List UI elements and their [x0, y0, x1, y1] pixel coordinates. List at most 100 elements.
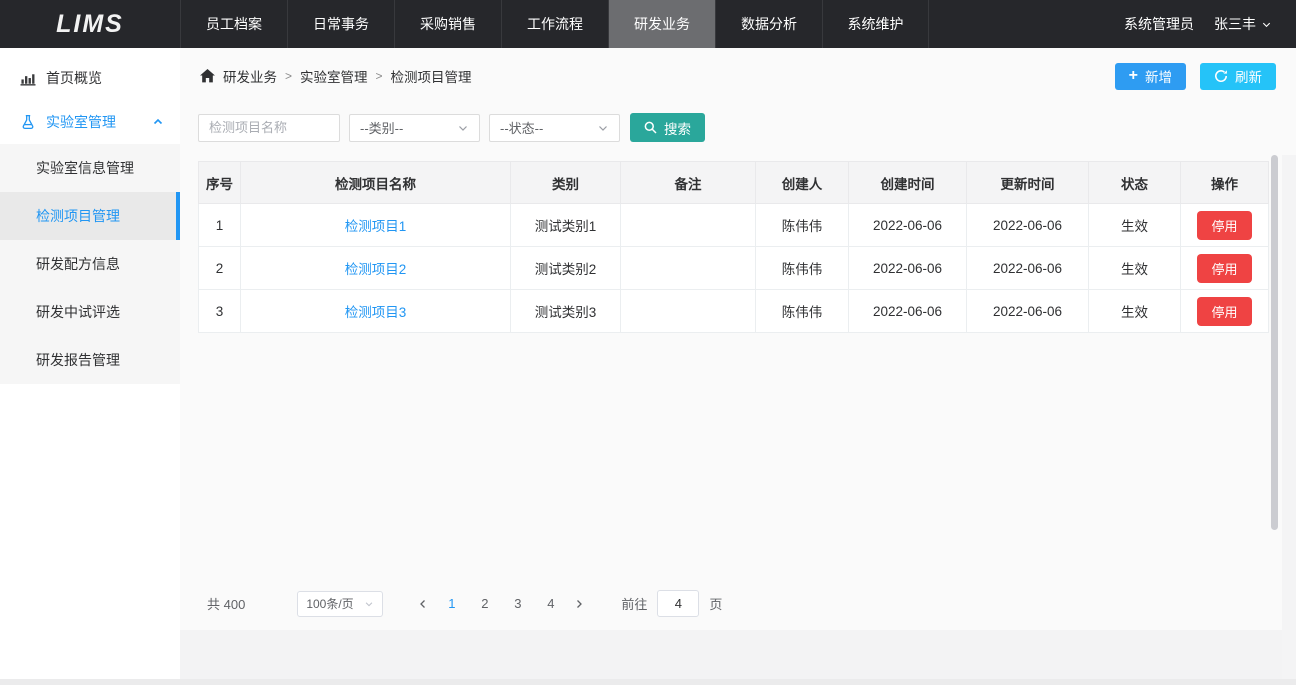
navbar-right: 系统管理员 张三丰	[1124, 0, 1296, 48]
search-button-label: 搜索	[664, 118, 691, 138]
col-header-actions: 操作	[1181, 162, 1269, 204]
sidebar-submenu: 实验室信息管理 检测项目管理 研发配方信息 研发中试评选 研发报告管理	[0, 144, 180, 384]
breadcrumb-item-rd-business[interactable]: 研发业务	[223, 66, 277, 86]
col-header-update-time: 更新时间	[967, 162, 1089, 204]
main-nav: 员工档案 日常事务 采购销售 工作流程 研发业务 数据分析 系统维护	[180, 0, 929, 48]
nav-tab-rd-business[interactable]: 研发业务	[608, 0, 715, 48]
status-select[interactable]: --状态--	[489, 114, 620, 142]
cell-remark	[621, 290, 756, 333]
col-header-create-time: 创建时间	[849, 162, 967, 204]
nav-tab-workflow[interactable]: 工作流程	[501, 0, 608, 48]
sidebar-item-rd-report-management[interactable]: 研发报告管理	[0, 336, 180, 384]
col-header-index: 序号	[199, 162, 241, 204]
goto-unit: 页	[709, 594, 722, 613]
add-button[interactable]: + 新增	[1115, 63, 1186, 90]
cell-category: 测试类别1	[511, 204, 621, 247]
table-row: 2 检测项目2 测试类别2 陈伟伟 2022-06-06 2022-06-06 …	[199, 247, 1269, 290]
next-page-icon[interactable]	[567, 591, 591, 617]
category-select[interactable]: --类别--	[349, 114, 480, 142]
nav-tab-data-analysis[interactable]: 数据分析	[715, 0, 822, 48]
disable-button[interactable]: 停用	[1197, 211, 1251, 240]
page-number-3[interactable]: 3	[501, 591, 534, 617]
sidebar-item-rd-pilot-selection[interactable]: 研发中试评选	[0, 288, 180, 336]
pagination-total: 共 400	[207, 594, 245, 613]
cell-creator: 陈伟伟	[756, 290, 849, 333]
nav-tab-purchase-sales[interactable]: 采购销售	[394, 0, 501, 48]
sidebar-item-home-overview[interactable]: 首页概览	[0, 56, 180, 100]
sidebar-item-lab-info-management[interactable]: 实验室信息管理	[0, 144, 180, 192]
col-header-status: 状态	[1089, 162, 1181, 204]
bottom-strip	[0, 679, 1296, 685]
project-link[interactable]: 检测项目2	[345, 262, 407, 277]
breadcrumb-item-test-project-management[interactable]: 检测项目管理	[391, 66, 472, 86]
home-icon	[200, 69, 215, 83]
toolbar: + 新增 刷新	[1115, 63, 1276, 90]
nav-tab-daily-affairs[interactable]: 日常事务	[287, 0, 394, 48]
cell-update-time: 2022-06-06	[967, 247, 1089, 290]
breadcrumb-item-lab-management[interactable]: 实验室管理	[300, 66, 368, 86]
cell-name: 检测项目3	[241, 290, 511, 333]
cell-remark	[621, 204, 756, 247]
col-header-creator: 创建人	[756, 162, 849, 204]
content-bottom-band	[180, 630, 1296, 679]
chevron-up-icon	[152, 116, 164, 128]
status-select-value: --状态--	[500, 118, 543, 137]
search-button[interactable]: 搜索	[630, 113, 705, 142]
project-link[interactable]: 检测项目1	[345, 219, 407, 234]
lims-app: LIMS 员工档案 日常事务 采购销售 工作流程 研发业务 数据分析 系统维护 …	[0, 0, 1296, 685]
category-select-value: --类别--	[360, 118, 403, 137]
chevron-down-icon	[457, 122, 469, 134]
chevron-down-icon	[597, 122, 609, 134]
test-project-table: 序号 检测项目名称 类别 备注 创建人 创建时间 更新时间 状态 操作 1 检测	[198, 161, 1269, 333]
col-header-category: 类别	[511, 162, 621, 204]
sidebar-item-label: 实验室管理	[46, 112, 116, 132]
col-header-name: 检测项目名称	[241, 162, 511, 204]
sidebar: 首页概览 实验室管理 实验室信息管理 检测项目管理 研发配方信息 研发中试评选 …	[0, 48, 180, 679]
cell-category: 测试类别3	[511, 290, 621, 333]
table-header-row: 序号 检测项目名称 类别 备注 创建人 创建时间 更新时间 状态 操作	[199, 162, 1269, 204]
refresh-button[interactable]: 刷新	[1200, 63, 1276, 90]
cell-index: 3	[199, 290, 241, 333]
sidebar-item-label: 首页概览	[46, 68, 102, 88]
project-name-input[interactable]	[198, 114, 340, 142]
cell-index: 2	[199, 247, 241, 290]
cell-create-time: 2022-06-06	[849, 204, 967, 247]
page-size-select[interactable]: 100条/页	[297, 591, 383, 617]
breadcrumb-row: 研发业务 > 实验室管理 > 检测项目管理 + 新增 刷新	[200, 62, 1276, 90]
user-menu[interactable]: 张三丰	[1214, 14, 1272, 34]
nav-tab-system-maintenance[interactable]: 系统维护	[822, 0, 929, 48]
goto-label: 前往	[621, 594, 647, 613]
refresh-button-label: 刷新	[1235, 66, 1262, 86]
top-navbar: LIMS 员工档案 日常事务 采购销售 工作流程 研发业务 数据分析 系统维护 …	[0, 0, 1296, 48]
cell-remark	[621, 247, 756, 290]
cell-status: 生效	[1089, 290, 1181, 333]
cell-create-time: 2022-06-06	[849, 247, 967, 290]
page-number-2[interactable]: 2	[468, 591, 501, 617]
cell-category: 测试类别2	[511, 247, 621, 290]
scrollbar-thumb[interactable]	[1271, 155, 1278, 530]
sidebar-item-test-project-management[interactable]: 检测项目管理	[0, 192, 180, 240]
nav-tab-employee-files[interactable]: 员工档案	[180, 0, 287, 48]
breadcrumb-separator: >	[285, 69, 292, 83]
disable-button[interactable]: 停用	[1197, 254, 1251, 283]
cell-create-time: 2022-06-06	[849, 290, 967, 333]
cell-update-time: 2022-06-06	[967, 290, 1089, 333]
chevron-down-icon	[1261, 19, 1272, 30]
page-size-value: 100条/页	[306, 595, 353, 612]
cell-status: 生效	[1089, 247, 1181, 290]
page-number-4[interactable]: 4	[534, 591, 567, 617]
cell-status: 生效	[1089, 204, 1181, 247]
project-link[interactable]: 检测项目3	[345, 305, 407, 320]
sidebar-item-rd-formula-info[interactable]: 研发配方信息	[0, 240, 180, 288]
table-row: 3 检测项目3 测试类别3 陈伟伟 2022-06-06 2022-06-06 …	[199, 290, 1269, 333]
add-button-label: 新增	[1145, 66, 1172, 86]
scrollbar-track	[1282, 155, 1296, 679]
app-logo: LIMS	[0, 0, 180, 48]
flask-icon	[20, 114, 36, 130]
sidebar-item-lab-management[interactable]: 实验室管理	[0, 100, 180, 144]
page-number-1[interactable]: 1	[435, 591, 468, 617]
prev-page-icon[interactable]	[411, 591, 435, 617]
disable-button[interactable]: 停用	[1197, 297, 1251, 326]
goto-page-input[interactable]	[657, 590, 699, 617]
cell-name: 检测项目1	[241, 204, 511, 247]
